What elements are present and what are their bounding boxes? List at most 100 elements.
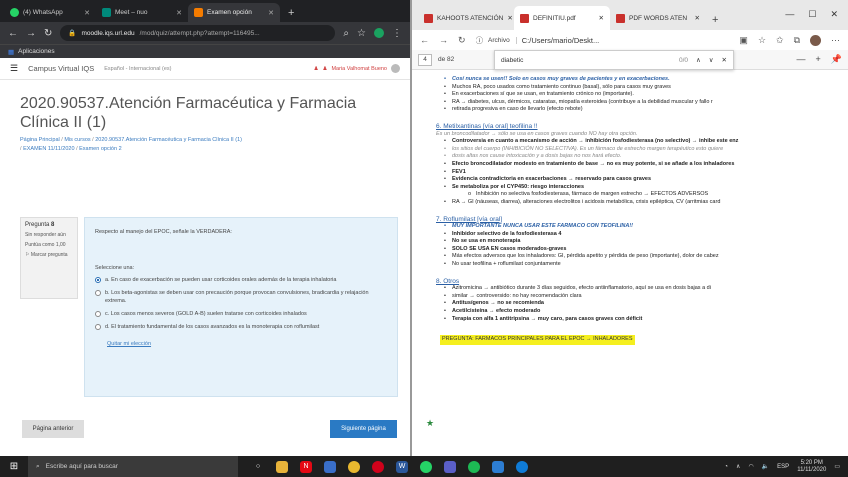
menu-icon[interactable]: ⋮ [392, 28, 402, 39]
site-brand[interactable]: Campus Virtual IQS [28, 64, 94, 73]
message-icon[interactable]: ♟ [323, 66, 328, 72]
answer-option-c[interactable]: c. Los casos menos severos (GOLD A-B) su… [95, 310, 387, 318]
minimize-icon[interactable]: — [785, 9, 794, 20]
radio-button[interactable] [95, 277, 101, 283]
forward-icon[interactable]: → [439, 35, 448, 45]
language-selector[interactable]: Español - Internacional (es) [104, 66, 171, 72]
chevron-up-icon[interactable]: ∧ [736, 463, 740, 470]
find-next-icon[interactable]: ∨ [709, 56, 714, 64]
url-field[interactable]: ⓘ Archivo C:/Users/mario/Deskt... [476, 32, 730, 48]
star-icon: ★ [426, 418, 435, 428]
previous-page-button[interactable]: Página anterior [22, 420, 84, 438]
close-icon[interactable]: ✕ [695, 14, 700, 22]
chrome-icon[interactable] [348, 460, 360, 473]
date: 11/11/2020 [797, 466, 827, 473]
close-icon[interactable]: ✕ [84, 9, 90, 17]
avatar[interactable] [391, 64, 400, 73]
radio-button[interactable] [95, 324, 101, 330]
pdf-line: No usar teofilina + roflumilast conjunta… [436, 261, 848, 269]
tab-definitiu[interactable]: DEFINITIU.pdf ✕ [514, 6, 610, 30]
reload-icon[interactable]: ↻ [44, 28, 52, 39]
clock[interactable]: 5:20 PM 11/11/2020 [797, 460, 826, 474]
close-window-icon[interactable]: ✕ [830, 9, 838, 20]
page-number-input[interactable]: 4 [418, 53, 432, 66]
search-icon[interactable]: ⌕ [343, 28, 349, 39]
answer-option-a[interactable]: a. En caso de exacerbación se pueden usa… [95, 276, 387, 284]
spotify-icon[interactable] [468, 460, 480, 473]
left-address-bar: ← → ↻ 🔒 moodle.iqs.url.edu/mod/quiz/atte… [0, 22, 410, 44]
star-icon[interactable]: ☆ [357, 28, 366, 39]
notifications-icon[interactable]: ▭ [834, 463, 840, 470]
whatsapp-icon[interactable] [420, 460, 432, 473]
tab-kahoots[interactable]: KAHOOTS ATENCIÓN ✕ [418, 6, 514, 30]
radio-button[interactable] [95, 311, 101, 317]
star-icon[interactable]: ☆ [758, 35, 766, 46]
zoom-in-icon[interactable]: + [816, 54, 821, 65]
favorites-icon[interactable]: ✩ [776, 35, 784, 46]
language-indicator[interactable]: ESP [777, 464, 789, 470]
hamburger-menu-icon[interactable]: ☰ [10, 63, 18, 74]
breadcrumb-item[interactable]: 2020.90537.Atención Farmacéutica y Farma… [95, 137, 242, 143]
profile-icon[interactable] [374, 28, 384, 38]
back-icon[interactable]: ← [420, 35, 429, 45]
next-page-button[interactable]: Siguiente página [330, 420, 397, 438]
zoom-out-icon[interactable]: — [797, 54, 806, 65]
forward-icon[interactable]: → [26, 28, 36, 39]
media-icon[interactable] [324, 460, 336, 473]
windows-start-icon[interactable]: ⊞ [0, 461, 28, 472]
answer-option-b[interactable]: b. Los beta-agonistas se deben usar con … [95, 289, 387, 305]
network-icon[interactable]: ◔ [724, 464, 728, 470]
netflix-icon[interactable]: N [300, 460, 312, 473]
apps-grid-icon[interactable]: ▦ [8, 48, 14, 56]
pin-icon[interactable]: 📌 [831, 54, 842, 65]
reload-icon[interactable]: ↻ [458, 35, 466, 46]
photos-icon[interactable] [492, 460, 504, 473]
pdf-line: dosis altas nos cause intoxicación y a d… [436, 153, 848, 161]
bookmark-apps[interactable]: Aplicaciones [18, 48, 55, 55]
maximize-icon[interactable]: ☐ [808, 9, 816, 20]
volume-icon[interactable]: 🔈 [762, 463, 769, 470]
tab-pdf-words[interactable]: PDF WORDS ATEN ✕ [610, 6, 706, 30]
back-icon[interactable]: ← [8, 28, 18, 39]
pdf-line: Cosí nunca se usen!! Solo en casos muy g… [436, 76, 848, 84]
tab-meet[interactable]: Meet – nuo ✕ [96, 3, 188, 22]
edge-icon[interactable] [516, 460, 528, 473]
tab-whatsapp[interactable]: (4) WhatsApp ✕ [4, 3, 96, 22]
word-icon[interactable]: W [396, 460, 408, 473]
breadcrumb-item[interactable]: Examen opción 2 [79, 146, 122, 152]
question-content: Respecto al manejo del EPOC, señale la V… [84, 217, 398, 397]
url-field[interactable]: 🔒 moodle.iqs.url.edu/mod/quiz/attempt.ph… [60, 25, 336, 41]
profile-icon[interactable] [810, 34, 821, 46]
tab-examen[interactable]: Examen opción ✕ [188, 3, 280, 22]
notification-icon[interactable]: ♟ [314, 66, 319, 72]
teams-icon[interactable] [444, 460, 456, 473]
file-explorer-icon[interactable] [276, 460, 288, 473]
close-icon[interactable]: ✕ [507, 14, 512, 22]
find-count: 0/0 [678, 56, 689, 64]
user-menu[interactable]: ♟ ♟ Maria Valhomat Bueno [314, 64, 400, 73]
close-icon[interactable]: ✕ [599, 14, 604, 22]
breadcrumb-item[interactable]: EXAMEN 11/11/2020 [23, 146, 74, 152]
find-prev-icon[interactable]: ∧ [696, 56, 701, 64]
menu-icon[interactable]: ⋯ [831, 35, 840, 46]
close-icon[interactable]: ✕ [268, 9, 274, 17]
reader-icon[interactable]: ▣ [739, 35, 748, 46]
task-view-icon[interactable]: ○ [252, 461, 264, 473]
close-find-icon[interactable]: ✕ [722, 56, 727, 64]
opera-icon[interactable] [372, 460, 384, 473]
breadcrumb-item[interactable]: Página Principal [20, 137, 60, 143]
tab-label: PDF WORDS ATEN [629, 14, 688, 22]
close-icon[interactable]: ✕ [176, 9, 182, 17]
radio-button[interactable] [95, 290, 101, 296]
new-tab-button[interactable]: + [706, 14, 724, 30]
answer-option-d[interactable]: d. El tratamiento fundamental de los cas… [95, 323, 387, 331]
wifi-icon[interactable]: ◠ [748, 463, 753, 470]
find-input[interactable]: diabetic [501, 57, 523, 64]
new-tab-button[interactable]: + [280, 7, 302, 22]
collections-icon[interactable]: ⧉ [794, 35, 800, 46]
flag-question[interactable]: ⚐ Marcar pregunta [25, 252, 73, 259]
clear-choice-link[interactable]: Quitar mi elección [107, 340, 151, 348]
breadcrumb-item[interactable]: Mis cursos [64, 137, 90, 143]
tab-label: Examen opción [207, 9, 252, 16]
taskbar-search[interactable]: ⌕ Escribe aquí para buscar [28, 456, 238, 477]
